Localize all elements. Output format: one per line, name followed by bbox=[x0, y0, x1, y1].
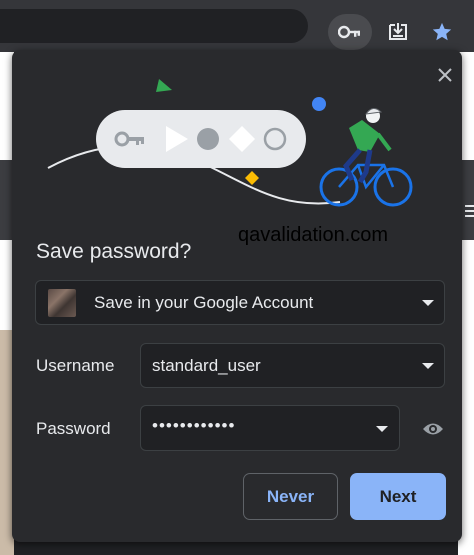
close-button[interactable] bbox=[432, 62, 458, 88]
hamburger-menu-icon[interactable] bbox=[465, 205, 474, 220]
address-bar[interactable] bbox=[0, 9, 308, 43]
download-icon bbox=[389, 23, 407, 40]
username-label: Username bbox=[36, 356, 115, 375]
eye-icon bbox=[423, 423, 443, 435]
next-button[interactable]: Next bbox=[350, 473, 446, 520]
site-domain: qavalidation.com bbox=[238, 224, 389, 246]
account-selector-label: Save in your Google Account bbox=[94, 293, 314, 312]
show-password-button[interactable] bbox=[420, 416, 446, 442]
password-illustration bbox=[47, 79, 413, 207]
chevron-down-icon bbox=[422, 363, 434, 369]
password-value: •••••••••••• bbox=[152, 416, 236, 435]
downloads-button[interactable] bbox=[376, 14, 420, 50]
username-value: standard_user bbox=[152, 356, 261, 375]
browser-toolbar bbox=[0, 0, 474, 52]
star-icon bbox=[432, 22, 452, 41]
key-icon bbox=[338, 25, 360, 39]
never-button[interactable]: Never bbox=[243, 473, 338, 520]
account-selector[interactable]: Save in your Google Account bbox=[35, 280, 445, 325]
password-key-button[interactable] bbox=[328, 14, 372, 50]
chevron-down-icon bbox=[376, 426, 388, 432]
password-field[interactable]: •••••••••••• bbox=[140, 405, 400, 451]
bookmark-star-button[interactable] bbox=[420, 14, 464, 50]
close-icon bbox=[438, 68, 452, 82]
username-field[interactable]: standard_user bbox=[140, 343, 445, 388]
password-label: Password bbox=[36, 419, 111, 438]
dialog-title: Save password? bbox=[36, 240, 192, 263]
avatar bbox=[48, 289, 76, 317]
chevron-down-icon bbox=[422, 300, 434, 306]
